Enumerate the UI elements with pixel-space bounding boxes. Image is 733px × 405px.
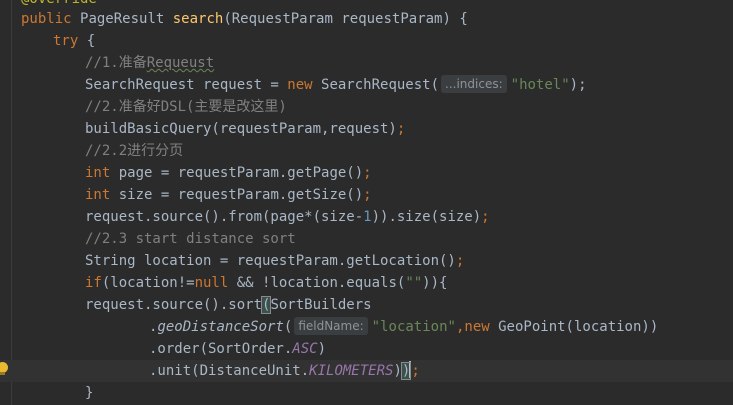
sort-call: request.source().sort (85, 297, 263, 313)
semicolon: ; (363, 165, 372, 181)
code-line-sort: request.source().sort(SortBuilders (0, 294, 733, 316)
sort-builders: SortBuilders (270, 297, 372, 313)
semicolon: ; (455, 253, 465, 269)
if-keyword: if (85, 275, 102, 291)
code-line-location: String location = requestParam.getLocati… (0, 250, 733, 272)
param-hint-indices: ...indices: (441, 75, 507, 93)
try-keyword: try (53, 33, 79, 49)
code-line-try: try { (0, 30, 733, 52)
const-asc: ASC (292, 341, 318, 357)
public-keyword: public (21, 11, 72, 27)
comment-prepare-request: //1.准备Requeust (85, 55, 215, 71)
build-basic-query-call: buildBasicQuery(requestParam,request) (85, 121, 397, 137)
semicolon: ; (396, 121, 406, 137)
close-brace: } (85, 385, 94, 401)
semicolon: ; (411, 363, 420, 379)
page-assignment: page = requestParam.getPage() (110, 165, 364, 181)
comment-distance-sort: //2.3 start distance sort (85, 231, 296, 247)
if-condition-start: (location!= (101, 275, 195, 291)
geo-distance-sort-method: geoDistanceSort (157, 319, 284, 335)
param-hint-fieldname: fieldName: (294, 317, 368, 335)
code-editor[interactable]: @Override public PageResult search(Reque… (0, 0, 733, 405)
string-location: "location" (371, 319, 456, 335)
try-brace: { (78, 33, 96, 49)
code-line-comment-2: //2.准备好DSL(主要是改这里) (0, 96, 733, 118)
from-call-end: )).size(size) (371, 209, 482, 225)
geo-point-ctor: GeoPoint(location)) (489, 319, 659, 335)
new-keyword: new (464, 319, 490, 335)
int-keyword: int (85, 187, 111, 203)
const-kilometers: KILOMETERS (309, 363, 394, 379)
return-type: PageResult (80, 11, 165, 27)
code-line-comment-1: //1.准备Requeust (0, 52, 733, 74)
ctor-end: ); (569, 77, 587, 93)
code-line-build-query: buildBasicQuery(requestParam,request); (0, 118, 733, 140)
code-line-unit[interactable]: .unit(DistanceUnit.KILOMETERS)); (0, 360, 733, 382)
order-call: .order(SortOrder. (149, 341, 293, 357)
size-assignment: size = requestParam.getSize() (110, 187, 364, 203)
method-params: (RequestParam requestParam) { (223, 11, 468, 27)
code-line-from: request.source().from(page*(size-1)).siz… (0, 206, 733, 228)
string-empty: "" (405, 275, 423, 291)
new-keyword: new (287, 77, 313, 93)
typo-highlight: Requeust (146, 55, 215, 71)
code-line-order: .order(SortOrder.ASC) (0, 338, 733, 360)
semicolon: ; (481, 209, 490, 225)
comment-pagination: //2.2进行分页 (85, 143, 184, 159)
location-assignment: String location = requestParam.getLocati… (85, 253, 456, 269)
semicolon: ; (363, 187, 372, 203)
search-request-decl: SearchRequest request = (85, 77, 288, 93)
code-line-comment-2-3: //2.3 start distance sort (0, 228, 733, 250)
if-condition-mid: && !location.equals( (228, 275, 406, 291)
code-line-if: if(location!=null && !location.equals(""… (0, 272, 733, 294)
code-line-signature: public PageResult search(RequestParam re… (0, 8, 733, 30)
code-line-search-request: SearchRequest request = new SearchReques… (0, 74, 733, 96)
comment-prepare-dsl: //2.准备好DSL(主要是改这里) (85, 99, 287, 115)
close-paren: ) (317, 341, 327, 357)
code-line-page: int page = requestParam.getPage(); (0, 162, 733, 184)
code-line-close-brace: } (0, 382, 733, 404)
string-hotel: "hotel" (510, 77, 570, 93)
null-keyword: null (194, 275, 229, 291)
close-paren: ) (393, 363, 402, 379)
unit-call: .unit(DistanceUnit. (149, 363, 310, 379)
code-line-geo-sort: .geoDistanceSort(fieldName: "location",ne… (149, 317, 659, 335)
code-line-comment-2-2: //2.2进行分页 (0, 140, 733, 162)
from-call-start: request.source().from(page*(size- (85, 209, 364, 225)
if-condition-end: )){ (422, 275, 448, 291)
number-one: 1 (363, 209, 372, 225)
code-line-size: int size = requestParam.getSize(); (0, 184, 733, 206)
method-name: search (172, 11, 224, 27)
int-keyword: int (85, 165, 111, 181)
search-request-ctor: SearchRequest( (312, 77, 440, 93)
